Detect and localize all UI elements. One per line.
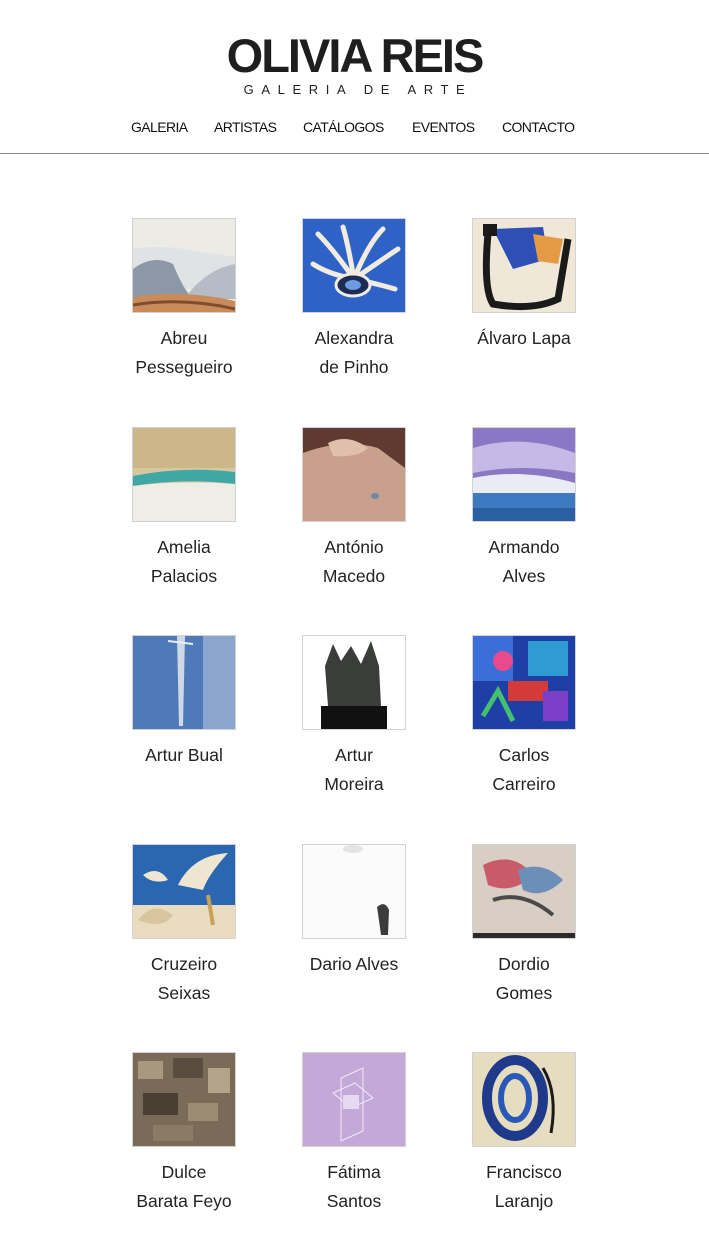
sculpture-artwork-image [303, 636, 405, 729]
artist-name[interactable]: Francisco Laranjo [449, 1158, 599, 1215]
artist-card-alvaro-lapa[interactable]: Álvaro Lapa [449, 218, 599, 353]
sky-artwork-image [473, 428, 575, 521]
artist-card-abreu-pessegueiro[interactable]: Abreu Pessegueiro [109, 218, 259, 381]
abstract-artwork-image [473, 219, 575, 312]
site-header: OLIVIA REIS GALERIA DE ARTE GALERIA ARTI… [0, 0, 709, 155]
artist-name[interactable]: Carlos Carreiro [449, 741, 599, 798]
artist-card-artur-bual[interactable]: Artur Bual [109, 635, 259, 770]
artist-card-antonio-macedo[interactable]: António Macedo [279, 427, 429, 590]
colorful-scene-artwork-image [473, 636, 575, 729]
figure-artwork-image [303, 428, 405, 521]
artist-name[interactable]: Dordio Gomes [449, 950, 599, 1007]
artist-card-dordio-gomes[interactable]: Dordio Gomes [449, 844, 599, 1007]
artwork-thumbnail[interactable] [472, 427, 576, 522]
artwork-thumbnail[interactable] [302, 427, 406, 522]
artwork-thumbnail[interactable] [132, 427, 236, 522]
header-divider [0, 153, 709, 154]
artist-name[interactable]: Cruzeiro Seixas [109, 950, 259, 1007]
nav-item-eventos[interactable]: EVENTOS [412, 118, 475, 136]
collage-artwork-image [133, 1053, 235, 1146]
artist-name[interactable]: Armando Alves [449, 533, 599, 590]
artwork-thumbnail[interactable] [302, 635, 406, 730]
artist-card-armando-alves[interactable]: Armando Alves [449, 427, 599, 590]
artist-name[interactable]: Artur Bual [109, 741, 259, 770]
nav-item-artistas[interactable]: ARTISTAS [214, 118, 277, 136]
logo-subtitle: GALERIA DE ARTE [243, 82, 473, 97]
surreal-artwork-image [133, 845, 235, 938]
artist-card-cruzeiro-seixas[interactable]: Cruzeiro Seixas [109, 844, 259, 1007]
geometric-artwork-image [303, 1053, 405, 1146]
logo-title[interactable]: OLIVIA REIS [0, 30, 709, 82]
artist-name[interactable]: Dulce Barata Feyo [109, 1158, 259, 1215]
artist-card-fatima-santos[interactable]: Fátima Santos [279, 1052, 429, 1215]
landscape-artwork-image [133, 219, 235, 312]
seascape-artwork-image [133, 428, 235, 521]
artist-name[interactable]: Dario Alves [279, 950, 429, 979]
minimal-figure-artwork-image [303, 845, 405, 938]
artist-card-dario-alves[interactable]: Dario Alves [279, 844, 429, 979]
artwork-thumbnail[interactable] [132, 844, 236, 939]
artwork-thumbnail[interactable] [132, 635, 236, 730]
artist-card-artur-moreira[interactable]: Artur Moreira [279, 635, 429, 798]
mixed-abstract-artwork-image [473, 845, 575, 938]
artwork-thumbnail[interactable] [302, 844, 406, 939]
artist-name[interactable]: Álvaro Lapa [449, 324, 599, 353]
nav-item-catalogos[interactable]: CATÁLOGOS [303, 118, 384, 136]
nav-item-contacto[interactable]: CONTACTO [502, 118, 575, 136]
artist-name[interactable]: Amelia Palacios [109, 533, 259, 590]
artist-card-alexandra-de-pinho[interactable]: Alexandra de Pinho [279, 218, 429, 381]
artist-name[interactable]: Fátima Santos [279, 1158, 429, 1215]
artist-name[interactable]: Artur Moreira [279, 741, 429, 798]
artwork-thumbnail[interactable] [472, 218, 576, 313]
artwork-thumbnail[interactable] [132, 1052, 236, 1147]
flower-artwork-image [303, 219, 405, 312]
artwork-thumbnail[interactable] [472, 1052, 576, 1147]
artwork-thumbnail[interactable] [472, 635, 576, 730]
artwork-thumbnail[interactable] [302, 218, 406, 313]
swirl-artwork-image [473, 1053, 575, 1146]
nav-item-galeria[interactable]: GALERIA [131, 118, 188, 136]
main-nav: GALERIA ARTISTAS CATÁLOGOS EVENTOS CONTA… [0, 118, 709, 136]
blue-abstract-artwork-image [133, 636, 235, 729]
artwork-thumbnail[interactable] [302, 1052, 406, 1147]
artist-card-amelia-palacios[interactable]: Amelia Palacios [109, 427, 259, 590]
artist-name[interactable]: Abreu Pessegueiro [109, 324, 259, 381]
artist-card-francisco-laranjo[interactable]: Francisco Laranjo [449, 1052, 599, 1215]
artist-card-carlos-carreiro[interactable]: Carlos Carreiro [449, 635, 599, 798]
artist-name[interactable]: António Macedo [279, 533, 429, 590]
artist-card-dulce-barata-feyo[interactable]: Dulce Barata Feyo [109, 1052, 259, 1215]
artwork-thumbnail[interactable] [472, 844, 576, 939]
artwork-thumbnail[interactable] [132, 218, 236, 313]
artist-name[interactable]: Alexandra de Pinho [279, 324, 429, 381]
